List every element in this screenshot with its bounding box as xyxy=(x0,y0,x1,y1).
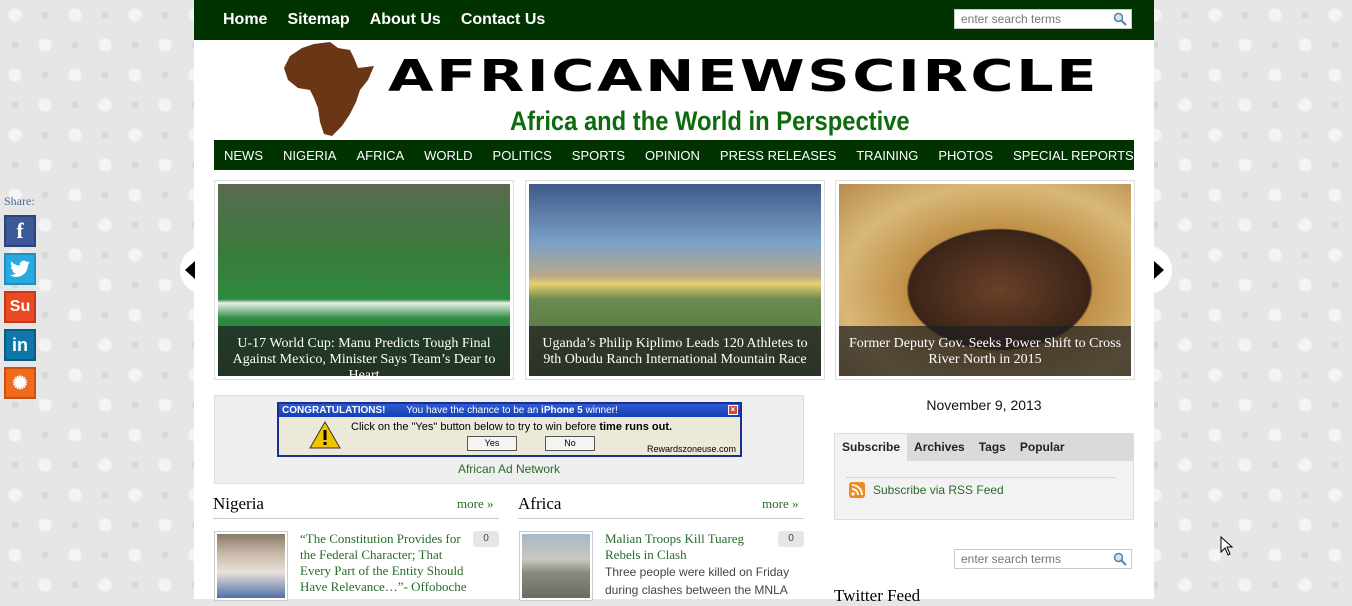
article-excerpt: Three people were killed on Friday durin… xyxy=(605,565,790,597)
sidebar-search-box xyxy=(954,549,1132,569)
site-tagline: Africa and the World in Perspective xyxy=(510,106,910,136)
nav-sports[interactable]: SPORTS xyxy=(572,148,625,163)
share-bar: Share: f Su in ✺ xyxy=(4,194,38,399)
top-search-input[interactable] xyxy=(955,10,1117,28)
nav-special-reports[interactable]: SPECIAL REPORTS xyxy=(1013,148,1134,163)
ad-header: CONGRATULATIONS! You have the chance to … xyxy=(279,404,740,417)
comment-count-badge[interactable]: 0 xyxy=(473,531,499,547)
slider-prev-button[interactable] xyxy=(180,246,206,294)
arrow-left-icon xyxy=(185,261,195,279)
africa-map-icon xyxy=(284,42,374,136)
arrow-right-icon xyxy=(1154,261,1164,279)
article-item: Malian Troops Kill Tuareg Rebels in Clas… xyxy=(519,531,804,601)
article-thumbnail[interactable] xyxy=(519,531,593,601)
nav-press-releases[interactable]: PRESS RELEASES xyxy=(720,148,836,163)
ad-message: Click on the "Yes" button below to try t… xyxy=(351,421,672,433)
article-thumbnail[interactable] xyxy=(214,531,288,601)
slide-caption: Uganda’s Philip Kiplimo Leads 120 Athlet… xyxy=(529,326,821,376)
search-icon[interactable] xyxy=(1113,552,1127,566)
more-share-icon: ✺ xyxy=(12,372,28,393)
site-name: AFRICANEWSCIRCLE xyxy=(388,50,1100,102)
nav-training[interactable]: TRAINING xyxy=(856,148,918,163)
ad-close-icon[interactable]: × xyxy=(728,405,738,415)
tab-archives[interactable]: Archives xyxy=(907,434,972,461)
nav-africa[interactable]: AFRICA xyxy=(356,148,404,163)
tab-divider xyxy=(847,477,1115,478)
twitter-feed-heading: Twitter Feed xyxy=(834,586,921,605)
featured-slider: U-17 World Cup: Manu Predicts Tough Fina… xyxy=(214,180,1135,380)
nav-nigeria[interactable]: NIGERIA xyxy=(283,148,336,163)
more-link-africa[interactable]: more » xyxy=(762,496,798,512)
nav-about-us[interactable]: About Us xyxy=(370,11,441,29)
share-label: Share: xyxy=(4,194,35,208)
slider-next-button[interactable] xyxy=(1146,246,1172,294)
section-divider xyxy=(213,518,499,519)
ad-header-end: winner! xyxy=(582,405,618,416)
ad-network-link[interactable]: African Ad Network xyxy=(215,462,803,476)
section-divider xyxy=(518,518,804,519)
nav-sitemap[interactable]: Sitemap xyxy=(287,11,349,29)
slide-item[interactable]: Former Deputy Gov. Seeks Power Shift to … xyxy=(835,180,1135,380)
slide-item[interactable]: Uganda’s Philip Kiplimo Leads 120 Athlet… xyxy=(525,180,825,380)
sidebar-search-input[interactable] xyxy=(955,550,1117,568)
sidebar-tabs-widget: Subscribe Archives Tags Popular Subscrib… xyxy=(834,433,1134,520)
facebook-share-button[interactable]: f xyxy=(4,215,36,247)
ad-block: CONGRATULATIONS! You have the chance to … xyxy=(214,395,804,484)
stumbleupon-icon: Su xyxy=(9,298,31,315)
tab-strip: Subscribe Archives Tags Popular xyxy=(835,434,1133,461)
nav-world[interactable]: WORLD xyxy=(424,148,472,163)
ad-banner[interactable]: CONGRATULATIONS! You have the chance to … xyxy=(277,402,742,457)
ad-congrats: CONGRATULATIONS! xyxy=(282,405,386,416)
more-link-nigeria[interactable]: more » xyxy=(457,496,493,512)
article-title[interactable]: “The Constitution Provides for the Feder… xyxy=(300,531,468,595)
slide-caption: Former Deputy Gov. Seeks Power Shift to … xyxy=(839,326,1131,376)
slide-caption: U-17 World Cup: Manu Predicts Tough Fina… xyxy=(218,326,510,376)
rss-subscribe-link[interactable]: Subscribe via RSS Feed xyxy=(849,482,1004,498)
linkedin-icon: in xyxy=(12,334,28,355)
stumbleupon-share-button[interactable]: Su xyxy=(4,291,36,323)
article-item: “The Constitution Provides for the Feder… xyxy=(214,531,499,601)
nav-home[interactable]: Home xyxy=(223,11,267,29)
nav-contact-us[interactable]: Contact Us xyxy=(461,11,545,29)
section-title-nigeria: Nigeria xyxy=(213,494,264,513)
tab-tags[interactable]: Tags xyxy=(972,434,1013,461)
page-container: Home Sitemap About Us Contact Us AFRICAN… xyxy=(194,0,1154,605)
twitter-icon xyxy=(10,260,30,277)
slide-item[interactable]: U-17 World Cup: Manu Predicts Tough Fina… xyxy=(214,180,514,380)
nav-opinion[interactable]: OPINION xyxy=(645,148,700,163)
warning-icon xyxy=(309,421,341,449)
comment-count-badge[interactable]: 0 xyxy=(778,531,804,547)
more-share-button[interactable]: ✺ xyxy=(4,367,36,399)
tab-popular[interactable]: Popular xyxy=(1013,434,1072,461)
linkedin-share-button[interactable]: in xyxy=(4,329,36,361)
section-title-africa: Africa xyxy=(518,494,562,513)
rss-label: Subscribe via RSS Feed xyxy=(873,483,1004,497)
nav-politics[interactable]: POLITICS xyxy=(493,148,552,163)
main-nav: NEWS NIGERIA AFRICA WORLD POLITICS SPORT… xyxy=(214,140,1134,170)
nav-news[interactable]: NEWS xyxy=(224,148,263,163)
ad-header-text: You have the chance to be an xyxy=(406,405,542,416)
slide-image: U-17 World Cup: Manu Predicts Tough Fina… xyxy=(218,184,510,376)
slide-image: Former Deputy Gov. Seeks Power Shift to … xyxy=(839,184,1131,376)
facebook-icon: f xyxy=(16,218,24,243)
nav-photos[interactable]: PHOTOS xyxy=(938,148,993,163)
slide-image: Uganda’s Philip Kiplimo Leads 120 Athlet… xyxy=(529,184,821,376)
site-logo[interactable]: AFRICANEWSCIRCLE Africa and the World in… xyxy=(284,42,1096,140)
top-nav: Home Sitemap About Us Contact Us xyxy=(223,0,545,40)
twitter-share-button[interactable] xyxy=(4,253,36,285)
ad-yes-button[interactable]: Yes xyxy=(467,436,517,451)
article-title[interactable]: Malian Troops Kill Tuareg Rebels in Clas… xyxy=(605,531,773,563)
ad-message-text: Click on the "Yes" button below to try t… xyxy=(351,421,600,433)
current-date: November 9, 2013 xyxy=(926,397,1042,413)
ad-domain: Rewardszoneuse.com xyxy=(646,444,736,454)
ad-header-highlight: iPhone 5 xyxy=(541,405,583,416)
tab-subscribe[interactable]: Subscribe xyxy=(835,434,908,461)
mouse-cursor-icon xyxy=(1220,536,1234,556)
rss-icon xyxy=(849,482,865,498)
ad-no-button[interactable]: No xyxy=(545,436,595,451)
search-icon[interactable] xyxy=(1113,12,1127,26)
top-search-box xyxy=(954,9,1132,29)
ad-message-bold: time runs out. xyxy=(599,421,673,433)
top-bar: Home Sitemap About Us Contact Us xyxy=(194,0,1154,40)
